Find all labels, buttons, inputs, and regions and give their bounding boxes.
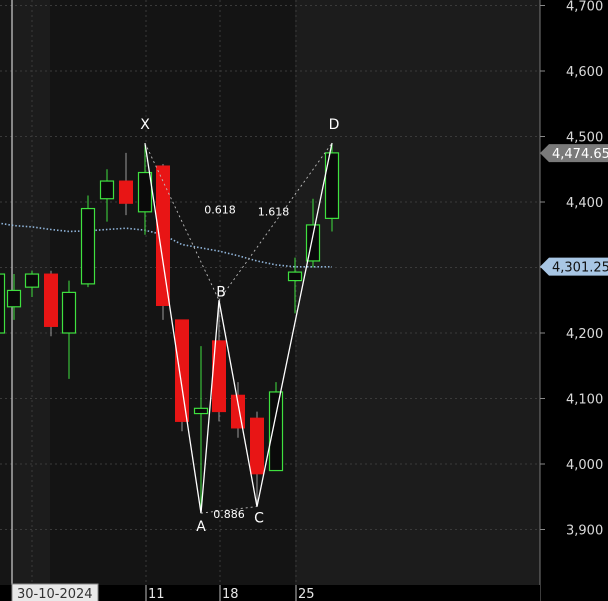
price-tick-label: 3,900 xyxy=(566,524,603,539)
pattern-point-label: C xyxy=(254,511,264,527)
time-tick-label: 18 xyxy=(222,587,239,601)
cursor-date: 30-10-2024 xyxy=(17,587,93,601)
candle-bull xyxy=(193,407,209,415)
cursor-date-box: 30-10-2024 xyxy=(11,583,99,601)
price-tick-label: 4,000 xyxy=(566,458,603,473)
candle-bull xyxy=(268,391,284,472)
price-tick-label: 4,100 xyxy=(566,393,603,408)
candle-bear xyxy=(250,417,264,475)
candle-bear xyxy=(119,180,133,204)
candle-bull xyxy=(99,180,115,200)
price-tick-label: 4,200 xyxy=(566,327,603,342)
price-marker-label: 4,474.65 xyxy=(552,147,608,162)
price-tick-label: 4,700 xyxy=(566,0,603,15)
pattern-point-label: A xyxy=(196,519,206,535)
time-tick-label: 11 xyxy=(148,587,165,601)
time-tick-label: 25 xyxy=(298,587,315,601)
pattern-point-label: X xyxy=(140,117,150,133)
candle-bear xyxy=(44,273,58,327)
candle-bull xyxy=(0,273,6,334)
candle-bull xyxy=(61,291,77,334)
highlight-band xyxy=(50,0,295,585)
ratio-label: 1.618 xyxy=(258,206,290,219)
price-tick-label: 4,500 xyxy=(566,131,603,146)
ratio-label: 0.618 xyxy=(204,204,236,217)
price-axis-panel xyxy=(540,0,608,601)
candle-bull xyxy=(6,289,22,308)
price-marker-label: 4,301.25 xyxy=(552,261,608,276)
candle-bull xyxy=(287,271,303,282)
ratio-label: 0.886 xyxy=(213,508,245,521)
price-tick-label: 4,600 xyxy=(566,65,603,80)
price-tick-label: 4,400 xyxy=(566,196,603,211)
price-chart[interactable]: X A B C D 0.618 0.886 1.618 3,900 4,000 4,100 4,20… xyxy=(0,0,608,601)
candle-bull xyxy=(80,207,96,285)
candle-bear xyxy=(175,319,189,422)
pattern-point-label: D xyxy=(329,117,340,133)
candle-bull xyxy=(24,273,40,288)
pattern-point-label: B xyxy=(216,284,226,300)
candle-bull xyxy=(137,171,153,213)
